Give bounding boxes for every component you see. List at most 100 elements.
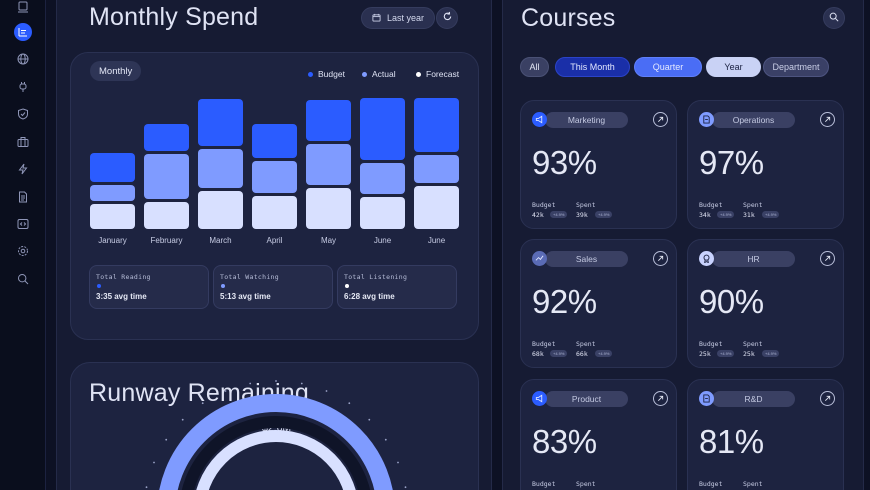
filter-department[interactable]: Department — [763, 57, 829, 77]
open-arrow-icon[interactable] — [820, 112, 835, 127]
bar-column[interactable] — [306, 99, 351, 229]
bar-segment-forecast — [306, 187, 351, 229]
course-name: R&D — [712, 391, 795, 407]
bar-column[interactable] — [252, 124, 297, 229]
spent-change-chip: +4.9% — [762, 350, 780, 357]
bar-column[interactable] — [198, 98, 243, 229]
bar-segment-budget — [198, 98, 243, 147]
course-card[interactable]: Sales 92% Budget Spent 68k +4.9% 66k +4.9% — [520, 239, 677, 368]
bar-segment-forecast — [414, 185, 459, 229]
course-percent: 97% — [699, 144, 764, 181]
course-percent: 90% — [699, 283, 764, 320]
budget-label: Budget — [699, 340, 723, 348]
code-icon[interactable] — [14, 215, 32, 233]
shield-icon[interactable] — [14, 105, 32, 123]
stat-dot — [221, 284, 225, 288]
sidebar — [0, 0, 46, 490]
bar-segment-actual — [360, 162, 405, 195]
budget-value: 68k — [532, 350, 544, 358]
stat-label: Total Reading — [96, 273, 151, 281]
course-card[interactable]: HR 90% Budget Spent 25k +4.9% 25k +4.9% — [687, 239, 844, 368]
spent-value: 25k — [743, 350, 755, 358]
gauge-tick — [153, 461, 155, 464]
courses-search-button[interactable] — [823, 7, 845, 29]
spent-value: 39k — [576, 211, 588, 219]
spent-change-chip: +4.9% — [762, 211, 780, 218]
spent-label: Spent — [576, 201, 596, 209]
course-name: HR — [712, 251, 795, 267]
bar-segment-budget — [306, 99, 351, 141]
filter-all[interactable]: All — [520, 57, 549, 77]
budget-label: Budget — [699, 201, 723, 209]
stat-label: Total Listening — [344, 273, 408, 281]
course-name: Marketing — [545, 112, 628, 128]
stat-value: 5:13 avg time — [220, 292, 271, 301]
budget-change-chip: +4.9% — [550, 350, 568, 357]
gauge-tick — [348, 402, 351, 405]
bar-column[interactable] — [360, 97, 405, 229]
gauge-tick — [224, 390, 227, 392]
gauge-tick — [404, 486, 407, 489]
stat-dot — [97, 284, 101, 288]
stat-value: 3:35 avg time — [96, 292, 147, 301]
spent-change-chip: +4.9% — [595, 350, 613, 357]
refresh-button[interactable] — [436, 7, 458, 29]
settings-icon[interactable] — [14, 242, 32, 260]
briefcase-icon[interactable] — [14, 133, 32, 151]
spent-label: Spent — [743, 340, 763, 348]
course-percent: 92% — [532, 283, 597, 320]
filter-quarter[interactable]: Quarter — [634, 57, 702, 77]
course-name: Product — [545, 391, 628, 407]
bar-column[interactable] — [414, 97, 459, 229]
period-selector-button[interactable]: Last year — [361, 7, 436, 29]
bar-segment-budget — [360, 97, 405, 160]
budget-change-chip: +4.9% — [550, 211, 568, 218]
course-card[interactable]: Marketing 93% Budget Spent 42k +4.9% 39k +4.9% — [520, 100, 677, 229]
megaphone-icon — [532, 112, 547, 127]
gauge-tick — [249, 382, 252, 385]
file-icon[interactable] — [14, 188, 32, 206]
gauge-tick — [300, 382, 303, 385]
laptop-icon[interactable] — [14, 0, 32, 16]
course-card[interactable]: R&D 81% Budget Spent — [687, 379, 844, 490]
bar-segment-forecast — [198, 190, 243, 229]
stat-total-watching: Total Watching 5:13 avg time — [213, 265, 333, 309]
open-arrow-icon[interactable] — [653, 251, 668, 266]
megaphone-icon — [532, 391, 547, 406]
bar-segment-actual — [90, 184, 135, 202]
open-arrow-icon[interactable] — [653, 112, 668, 127]
course-name: Operations — [712, 112, 795, 128]
open-arrow-icon[interactable] — [820, 251, 835, 266]
search-icon — [829, 9, 839, 27]
budget-value: 42k — [532, 211, 544, 219]
spent-change-chip: +4.9% — [595, 211, 613, 218]
search-icon[interactable] — [14, 270, 32, 288]
plug-icon[interactable] — [14, 78, 32, 96]
chart-icon[interactable] — [14, 23, 32, 41]
spent-label: Spent — [576, 340, 596, 348]
open-arrow-icon[interactable] — [820, 391, 835, 406]
filter-this-month[interactable]: This Month — [555, 57, 630, 77]
course-card[interactable]: Product 83% Budget Spent — [520, 379, 677, 490]
gauge-tick — [384, 438, 387, 441]
bar-category-label: February — [150, 236, 183, 245]
stat-value: 6:28 avg time — [344, 292, 395, 301]
bar-segment-forecast — [90, 204, 135, 229]
bar-column[interactable] — [90, 153, 135, 229]
bar-segment-budget — [90, 153, 135, 182]
stat-total-listening: Total Listening 6:28 avg time — [337, 265, 457, 309]
monthly-spend-title: Monthly Spend — [89, 3, 259, 31]
budget-value: 34k — [699, 211, 711, 219]
filter-year[interactable]: Year — [706, 57, 761, 77]
spent-value: 66k — [576, 350, 588, 358]
bar-segment-forecast — [360, 197, 405, 229]
course-card[interactable]: Operations 97% Budget Spent 34k +4.9% 31k +4.9% — [687, 100, 844, 229]
bar-column[interactable] — [144, 124, 189, 229]
open-arrow-icon[interactable] — [653, 391, 668, 406]
gauge-tick — [145, 486, 148, 489]
gauge-tick — [181, 418, 184, 421]
course-percent: 83% — [532, 423, 597, 460]
budget-change-chip: +4.9% — [717, 211, 735, 218]
bolt-icon[interactable] — [14, 160, 32, 178]
globe-icon[interactable] — [14, 50, 32, 68]
